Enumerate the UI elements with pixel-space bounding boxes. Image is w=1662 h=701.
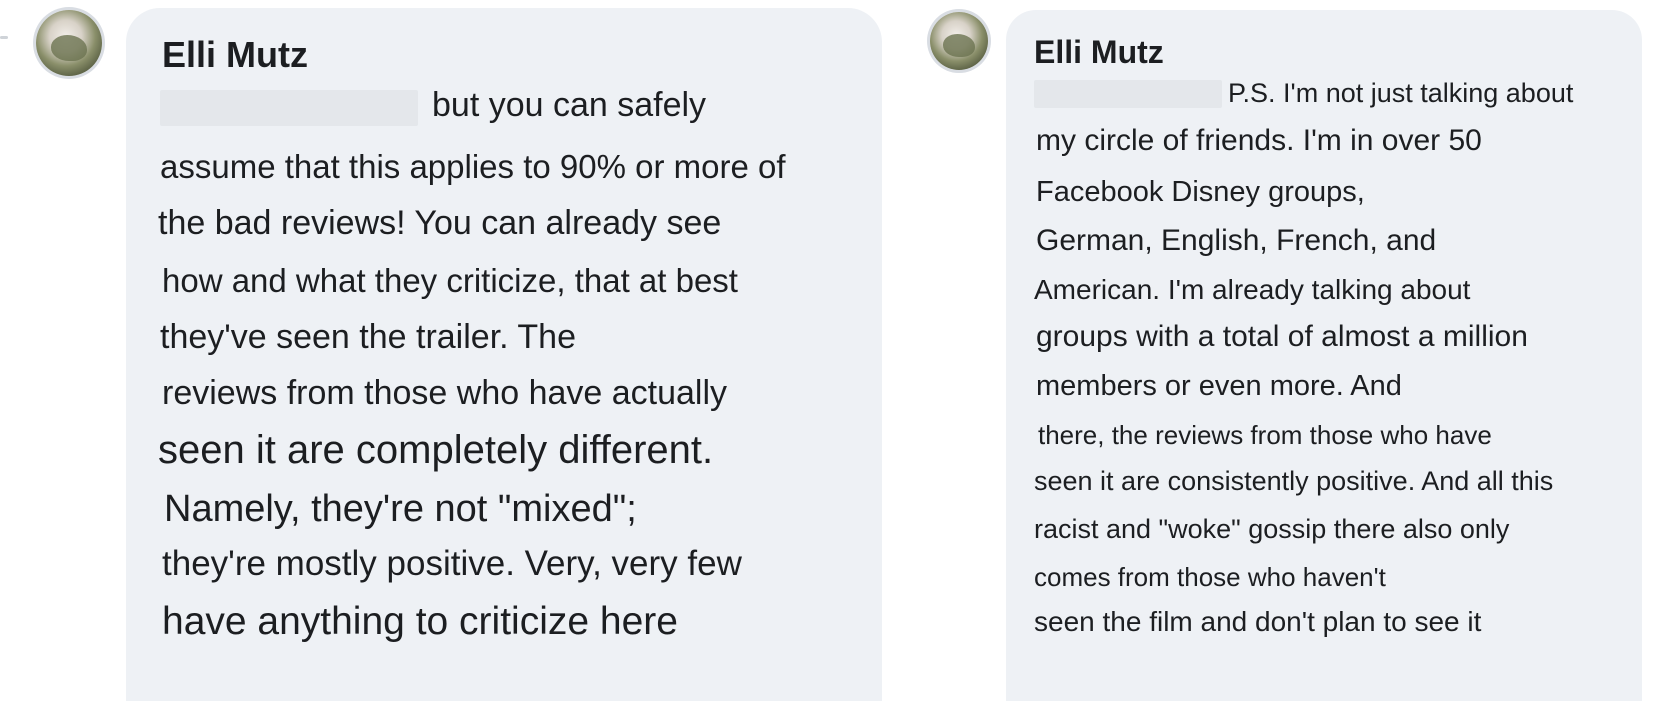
comment-line: racist and "woke" gossip there also only (1034, 514, 1510, 544)
comment-line: seen the film and don't plan to see it (1034, 606, 1482, 637)
comment-line: but you can safely (432, 86, 707, 124)
comment-line: they're mostly positive. Very, very few (162, 544, 742, 583)
comment-line: there, the reviews from those who have (1038, 420, 1492, 450)
comment-line: my circle of friends. I'm in over 50 (1036, 124, 1482, 157)
author-avatar[interactable] (36, 10, 102, 76)
comment-line: groups with a total of almost a million (1036, 320, 1528, 353)
comment-line: they've seen the trailer. The (160, 318, 577, 356)
comment-line: comes from those who haven't (1034, 562, 1386, 592)
redacted-text (160, 90, 418, 126)
author-name[interactable]: Elli Mutz (162, 34, 308, 76)
comment-line: Facebook Disney groups, (1036, 176, 1365, 208)
comment-line: assume that this applies to 90% or more … (160, 148, 786, 185)
comment-line: Namely, they're not "mixed"; (164, 488, 637, 530)
comment-line: reviews from those who have actually (162, 374, 728, 412)
comment-line: American. I'm already talking about (1034, 274, 1471, 305)
comment-line: have anything to criticize here (162, 600, 678, 643)
comment-bubble: Elli Mutz but you can safely assume that… (126, 8, 882, 701)
comment-line: how and what they criticize, that at bes… (162, 262, 738, 299)
comment-line: members or even more. And (1036, 370, 1402, 402)
comment-line: P.S. I'm not just talking about (1228, 78, 1574, 108)
author-name[interactable]: Elli Mutz (1034, 34, 1164, 71)
author-avatar[interactable] (930, 12, 988, 70)
comment-bubble: Elli Mutz P.S. I'm not just talking abou… (1006, 10, 1642, 701)
comment-line: German, English, French, and (1036, 224, 1437, 257)
comment-line: seen it are consistently positive. And a… (1034, 466, 1554, 496)
comment-line: the bad reviews! You can already see (158, 204, 722, 242)
comment-line: seen it are completely different. (158, 428, 714, 472)
redacted-text (1034, 80, 1222, 108)
edge-fragment (0, 36, 8, 39)
